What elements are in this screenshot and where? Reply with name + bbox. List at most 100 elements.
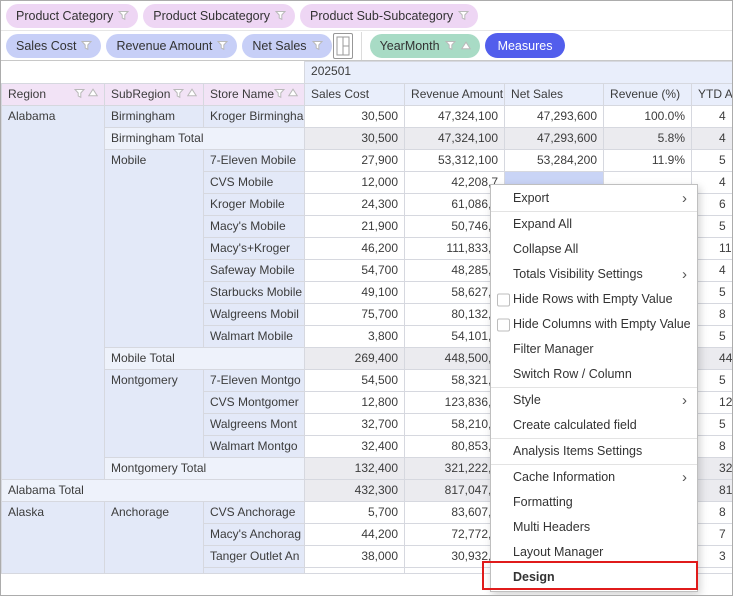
menu-item-layout-manager[interactable]: Layout Manager [491,540,697,565]
data-cell[interactable]: 75,700 [305,304,405,326]
menu-item-totals-visibility-settings[interactable]: Totals Visibility Settings› [491,262,697,287]
data-cell[interactable]: 4 [692,128,733,150]
checkbox[interactable] [497,318,510,331]
row-header-cell[interactable] [204,568,305,574]
period-header[interactable]: 202501 [305,62,733,84]
row-header-cell[interactable]: Birmingham Total [105,128,305,150]
filter-icon[interactable] [275,10,286,21]
row-header-cell[interactable]: Alaska [2,502,105,574]
row-header-cell[interactable]: CVS Mobile [204,172,305,194]
row-header-cell[interactable]: 7-Eleven Mobile [204,150,305,172]
data-cell[interactable]: 38,000 [305,546,405,568]
measures-button[interactable]: Measures [485,33,566,58]
column-header-sales-cost[interactable]: Sales Cost [305,84,405,106]
column-header-region[interactable]: Region [2,84,105,106]
data-cell[interactable]: 53,312,100 [405,150,505,172]
data-cell[interactable]: 4 [692,106,733,128]
column-header-ytd-ac[interactable]: YTD Ac [692,84,733,106]
menu-item-switch-row-column[interactable]: Switch Row / Column [491,362,697,387]
menu-item-create-calculated-field[interactable]: Create calculated field [491,413,697,438]
column-header-store-name[interactable]: Store Name [204,84,305,106]
data-cell[interactable]: 46,200 [305,238,405,260]
data-cell[interactable]: 32,400 [305,436,405,458]
menu-item-multi-headers[interactable]: Multi Headers [491,515,697,540]
column-header-revenue[interactable]: Revenue (%) [604,84,692,106]
sort-icon[interactable] [461,41,471,50]
data-cell[interactable]: 47,324,100 [405,106,505,128]
data-cell[interactable]: 27,900 [305,150,405,172]
sort-icon[interactable] [288,88,298,97]
layout-split-button[interactable] [333,33,353,59]
menu-item-collapse-all[interactable]: Collapse All [491,237,697,262]
product-sub-subcategory-pill[interactable]: Product Sub-Subcategory [300,4,478,28]
column-header-subregion[interactable]: SubRegion [105,84,204,106]
data-cell[interactable]: 24,300 [305,194,405,216]
checkbox[interactable] [497,293,510,306]
column-header-net-sales[interactable]: Net Sales [505,84,604,106]
row-header-cell[interactable]: Birmingham [105,106,204,128]
row-header-cell[interactable]: Alabama [2,106,105,480]
menu-item-hide-rows-with-empty-value[interactable]: Hide Rows with Empty Value [491,287,697,312]
filter-icon[interactable] [445,40,456,51]
column-header-revenue-amount[interactable]: Revenue Amount [405,84,505,106]
row-header-cell[interactable]: Safeway Mobile [204,260,305,282]
row-header-cell[interactable]: Macy's+Kroger [204,238,305,260]
row-header-cell[interactable]: Walgreens Mobil [204,304,305,326]
data-cell[interactable]: 30,500 [305,106,405,128]
row-header-cell[interactable]: Kroger Mobile [204,194,305,216]
sales-cost-pill[interactable]: Sales Cost [6,34,101,58]
row-header-cell[interactable]: CVS Montgomer [204,392,305,414]
menu-item-filter-manager[interactable]: Filter Manager [491,337,697,362]
sort-icon[interactable] [187,88,197,97]
product-subcategory-pill[interactable]: Product Subcategory [143,4,295,28]
row-header-cell[interactable]: CVS Anchorage [204,502,305,524]
data-cell[interactable]: 5,700 [305,502,405,524]
net-sales-pill[interactable]: Net Sales [242,34,331,58]
data-cell[interactable]: 100.0% [604,106,692,128]
data-cell[interactable]: 12,000 [305,172,405,194]
data-cell[interactable]: 47,293,600 [505,128,604,150]
data-cell[interactable]: 5.8% [604,128,692,150]
data-cell[interactable]: 3,800 [305,326,405,348]
row-header-cell[interactable]: Walmart Mobile [204,326,305,348]
data-cell[interactable]: 30,500 [305,128,405,150]
row-header-cell[interactable]: 7-Eleven Montgo [204,370,305,392]
menu-item-formatting[interactable]: Formatting [491,490,697,515]
data-cell[interactable]: 132,400 [305,458,405,480]
revenue-amount-pill[interactable]: Revenue Amount [106,34,237,58]
product-category-pill[interactable]: Product Category [6,4,138,28]
menu-item-hide-columns-with-empty-value[interactable]: Hide Columns with Empty Value [491,312,697,337]
filter-icon[interactable] [274,88,285,99]
row-header-cell[interactable]: Walgreens Mont [204,414,305,436]
row-header-cell[interactable]: Kroger Birmingha [204,106,305,128]
data-cell[interactable]: 11.9% [604,150,692,172]
data-cell[interactable]: 32,700 [305,414,405,436]
row-header-cell[interactable]: Tanger Outlet An [204,546,305,568]
menu-item-cache-information[interactable]: Cache Information› [491,465,697,490]
filter-icon[interactable] [217,40,228,51]
filter-icon[interactable] [118,10,129,21]
data-cell[interactable]: 44,200 [305,524,405,546]
row-header-cell[interactable]: Anchorage [105,502,204,574]
row-header-cell[interactable]: Montgomery [105,370,204,458]
menu-item-expand-all[interactable]: Expand All [491,212,697,237]
filter-icon[interactable] [173,88,184,99]
data-cell[interactable] [305,568,405,574]
yearmonth-pill[interactable]: YearMonth [370,34,480,58]
menu-item-export[interactable]: Export› [491,186,697,211]
row-header-cell[interactable]: Mobile Total [105,348,305,370]
menu-item-analysis-items-settings[interactable]: Analysis Items Settings [491,439,697,464]
data-cell[interactable]: 53,284,200 [505,150,604,172]
menu-item-design[interactable]: Design [491,565,697,590]
row-header-cell[interactable]: Walmart Montgo [204,436,305,458]
filter-icon[interactable] [458,10,469,21]
row-header-cell[interactable]: Montgomery Total [105,458,305,480]
menu-item-style[interactable]: Style› [491,388,697,413]
data-cell[interactable]: 5 [692,150,733,172]
row-header-cell[interactable]: Mobile [105,150,204,348]
row-header-cell[interactable]: Alabama Total [2,480,305,502]
filter-icon[interactable] [74,88,85,99]
data-cell[interactable]: 12,800 [305,392,405,414]
data-cell[interactable]: 54,500 [305,370,405,392]
data-cell[interactable]: 269,400 [305,348,405,370]
